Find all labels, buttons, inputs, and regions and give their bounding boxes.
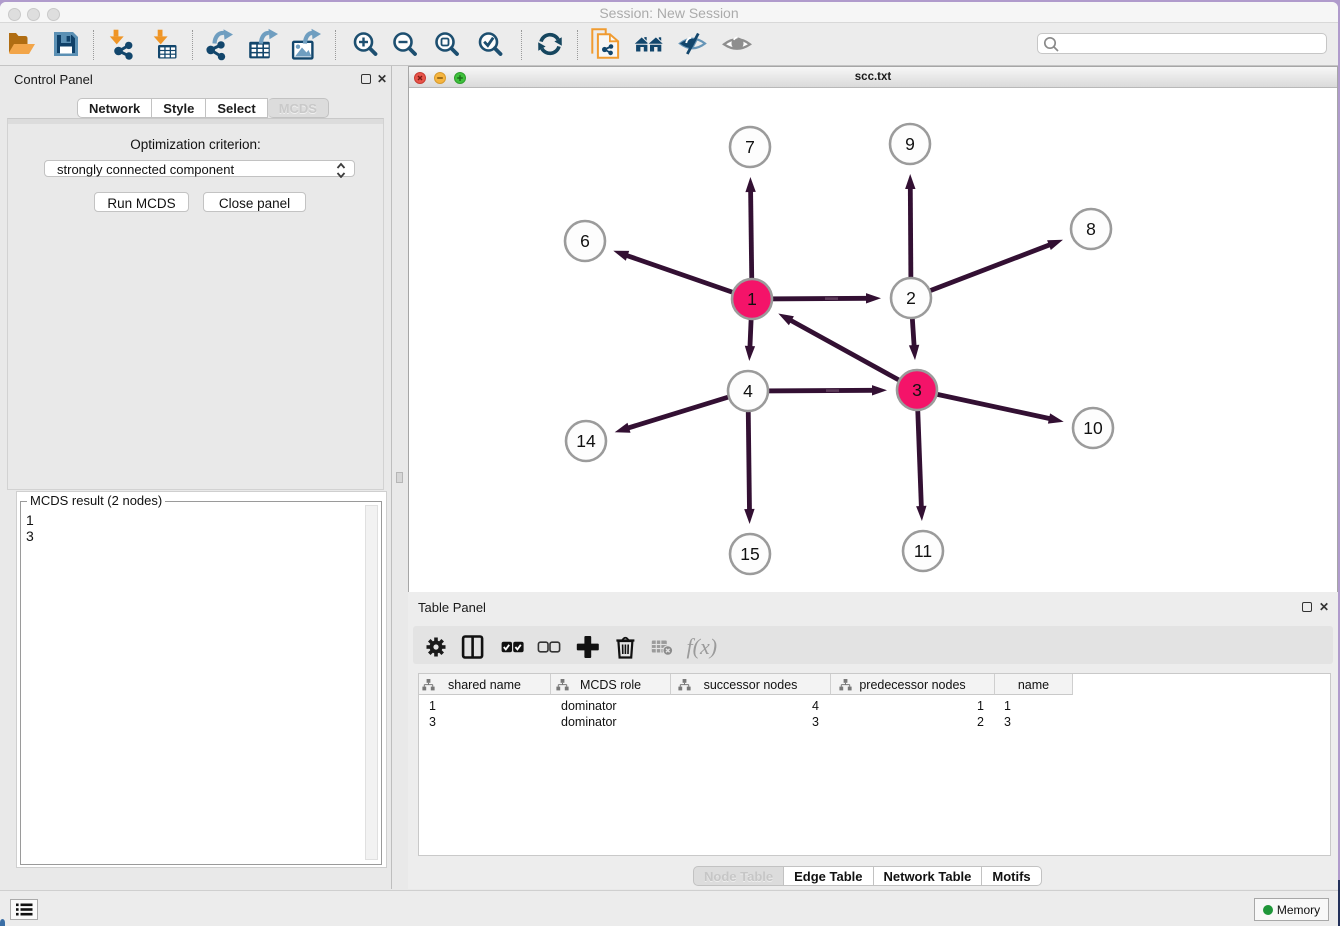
svg-text:10: 10 <box>1083 418 1103 438</box>
svg-text:2: 2 <box>906 288 916 308</box>
svg-text:1: 1 <box>747 289 757 309</box>
svg-text:15: 15 <box>740 544 759 564</box>
svg-text:f(x): f(x) <box>687 634 718 659</box>
svg-text:6: 6 <box>580 231 590 251</box>
svg-text:14: 14 <box>576 431 596 451</box>
svg-text:11: 11 <box>914 541 932 561</box>
svg-text:9: 9 <box>905 134 915 154</box>
svg-text:8: 8 <box>1086 219 1096 239</box>
svg-text:4: 4 <box>743 381 753 401</box>
svg-text:7: 7 <box>745 137 755 157</box>
svg-text:3: 3 <box>912 380 922 400</box>
